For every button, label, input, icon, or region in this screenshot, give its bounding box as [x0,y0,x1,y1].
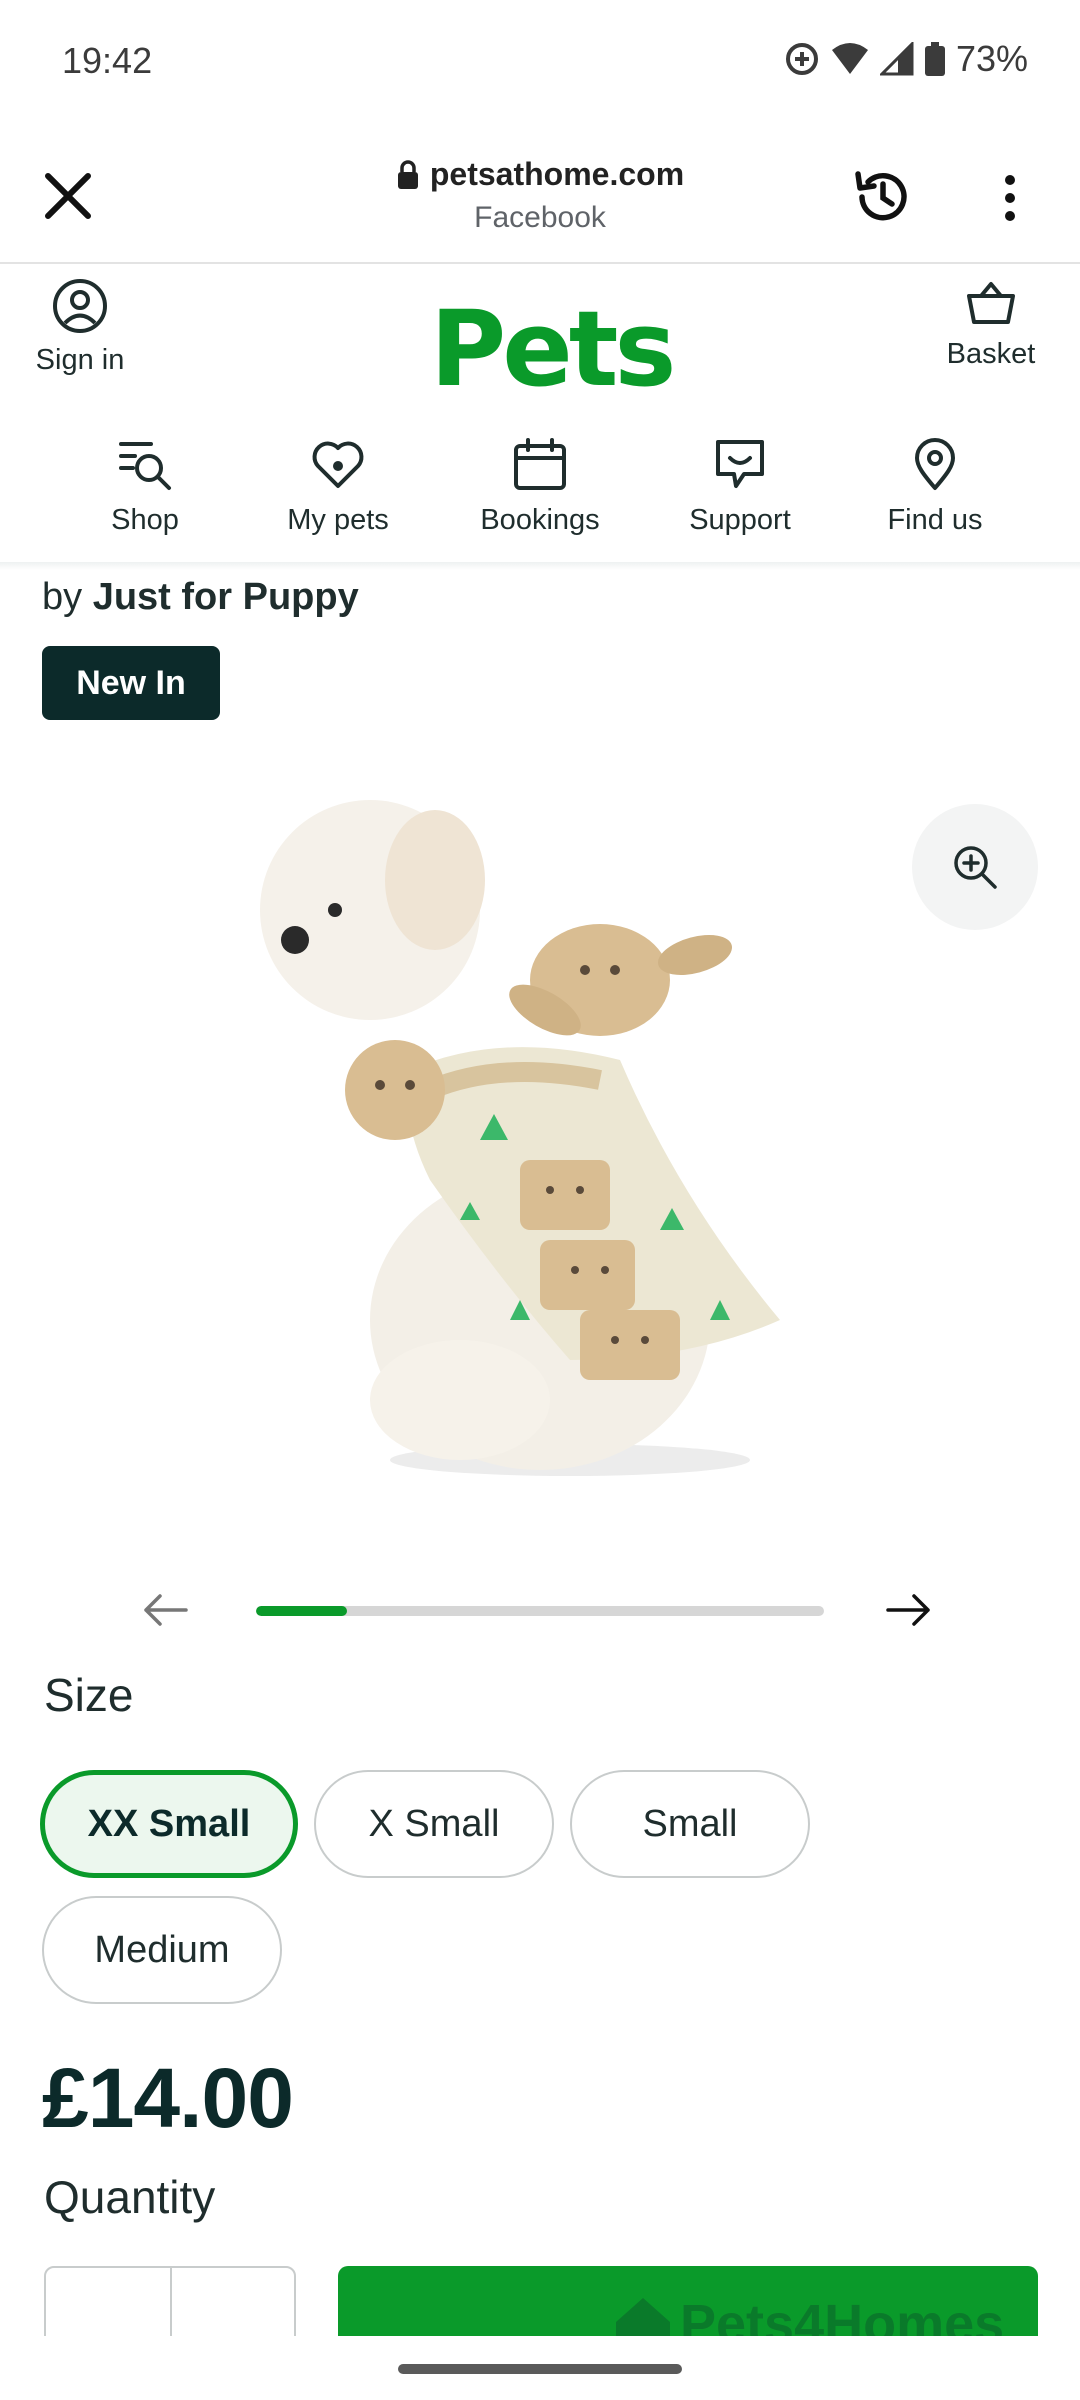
nav-item-bookings[interactable]: Bookings [470,436,610,537]
battery-icon [924,42,945,76]
browser-toolbar: petsathome.com Facebook [0,128,1080,264]
nav-label-find-us: Find us [887,504,983,536]
nav-label-my-pets: My pets [287,504,389,536]
brand-prefix: by [42,576,83,618]
nav-item-shop[interactable]: Shop [100,436,190,537]
pets-logo[interactable]: Pets [430,288,676,410]
status-bar: 19:42 73% [0,0,1080,128]
status-icons: 73% [784,38,1028,80]
product-price: £14.00 [42,2051,294,2145]
carousel-progress-fill [256,1606,347,1616]
carousel-progress [256,1606,824,1616]
image-carousel-controls [0,1580,1080,1640]
close-icon[interactable] [40,168,96,224]
site-header: Sign in Pets Basket Shop My pets Booking… [0,266,1080,566]
history-icon[interactable] [850,164,916,230]
chat-smile-icon [716,440,764,488]
size-option-x-small[interactable]: X Small [314,1770,554,1878]
url-block[interactable]: petsathome.com Facebook [300,156,780,235]
nav-label-support: Support [689,504,791,536]
gesture-handle[interactable] [398,2364,682,2374]
account-icon [53,279,107,333]
sign-in-button[interactable]: Sign in [28,278,132,377]
size-option-medium[interactable]: Medium [42,1896,282,2004]
new-in-badge: New In [42,646,220,720]
basket-label: Basket [946,338,1036,370]
nav-label-shop: Shop [111,504,179,536]
heart-paw-icon [312,441,364,488]
quantity-label: Quantity [44,2171,216,2223]
size-option-small[interactable]: Small [570,1770,810,1878]
lock-icon [397,159,418,189]
zoom-button[interactable] [912,804,1038,930]
header-divider [0,562,1080,570]
url-text: petsathome.com [429,156,685,192]
location-pin-icon [915,438,955,490]
calendar-icon [514,438,566,490]
arrow-left-icon[interactable] [140,1590,190,1630]
status-time: 19:42 [62,40,153,81]
url-line: petsathome.com [300,156,780,193]
size-option-xx-small[interactable]: XX Small [40,1770,298,1878]
nav-item-find-us[interactable]: Find us [880,436,990,537]
wifi-icon [831,43,868,74]
basket-icon [967,282,1015,324]
sign-in-label: Sign in [35,344,125,376]
search-list-icon [119,442,171,490]
brand-line: by Just for Puppy [42,576,359,619]
url-source: Facebook [474,201,606,234]
arrow-right-icon[interactable] [884,1590,934,1630]
nav-item-support[interactable]: Support [680,436,800,537]
nav-item-my-pets[interactable]: My pets [278,436,398,537]
battery-level: 73% [955,38,1028,79]
zoom-in-icon [954,846,997,889]
nav-label-bookings: Bookings [480,504,600,536]
basket-button[interactable]: Basket [936,278,1046,371]
data-saver-icon [785,43,818,75]
main-nav: Shop My pets Bookings Support Find us [0,436,1080,556]
signal-icon [879,42,914,76]
overflow-menu-icon[interactable] [990,168,1030,228]
brand-name[interactable]: Just for Puppy [93,576,359,618]
size-label: Size [44,1669,134,1721]
product-image[interactable] [240,760,840,1500]
